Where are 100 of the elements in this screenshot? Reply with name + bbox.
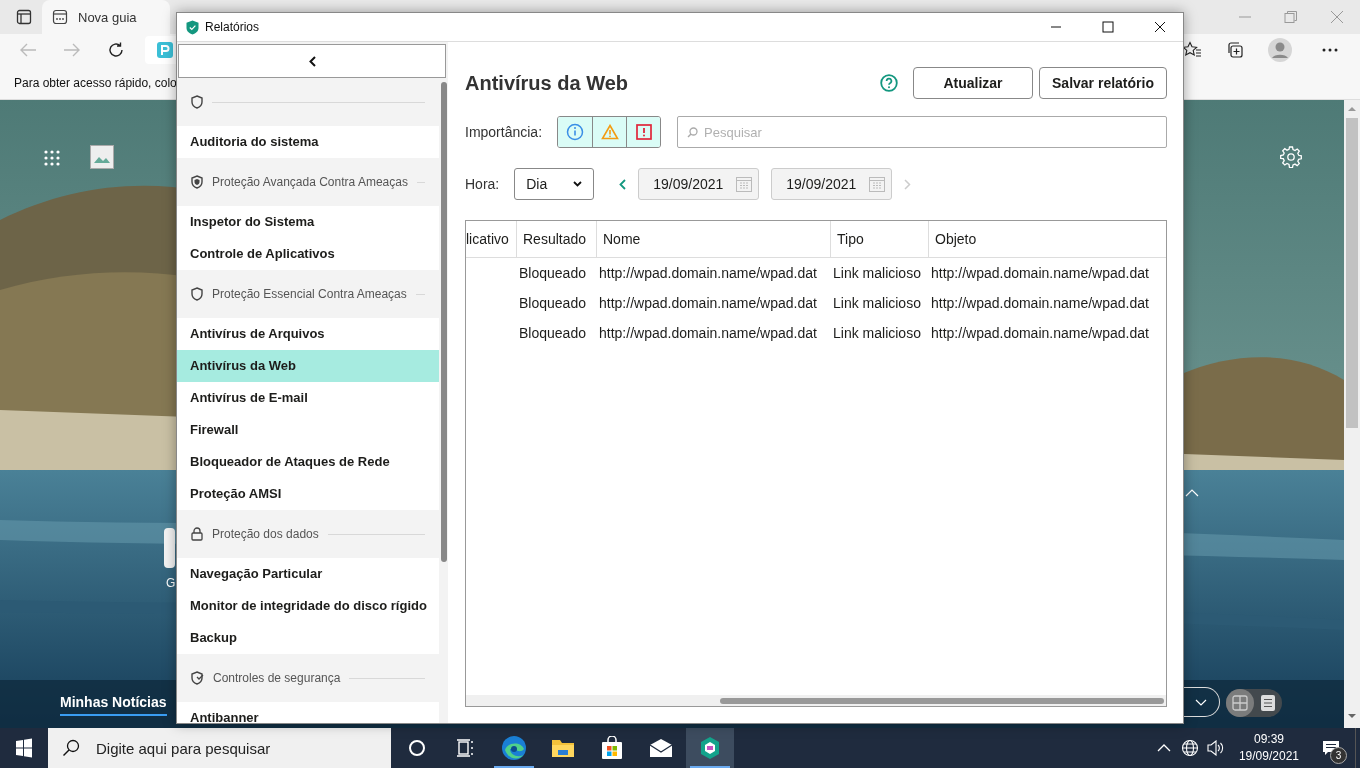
site-icon bbox=[157, 42, 173, 58]
table-cell: http://wpad.domain.name/wpad.dat bbox=[931, 295, 1149, 311]
column-header[interactable]: Tipo bbox=[830, 221, 928, 257]
start-date-field[interactable]: 19/09/2021 bbox=[638, 168, 760, 200]
profile-avatar-icon[interactable] bbox=[1268, 38, 1292, 62]
globe-icon[interactable] bbox=[1180, 739, 1199, 757]
shopping-bag-icon bbox=[600, 736, 624, 760]
broken-image-icon bbox=[90, 145, 114, 169]
shield-icon bbox=[191, 175, 203, 189]
news-tab[interactable]: Minhas Notícias bbox=[60, 694, 167, 716]
sidebar-item[interactable]: Antivírus de Arquivos bbox=[177, 318, 439, 350]
table-cell: Bloqueado bbox=[519, 325, 586, 341]
collapse-button[interactable] bbox=[178, 44, 446, 78]
column-header[interactable]: licativo bbox=[466, 221, 516, 257]
period-dropdown[interactable]: Dia bbox=[514, 168, 595, 200]
critical-filter-button[interactable] bbox=[626, 117, 661, 147]
favorites-hint: Para obter acesso rápido, colo bbox=[14, 75, 177, 90]
sidebar-item[interactable]: Antivírus da Web bbox=[177, 350, 439, 382]
apps-grid-icon[interactable] bbox=[44, 150, 60, 166]
shield-icon bbox=[191, 287, 203, 301]
site-tile[interactable] bbox=[164, 528, 175, 568]
edge-icon bbox=[501, 735, 527, 761]
time-label: Hora: bbox=[465, 176, 500, 192]
tile-label: G bbox=[166, 576, 176, 590]
address-bar[interactable] bbox=[145, 36, 176, 64]
info-icon bbox=[566, 123, 585, 141]
running-indicator bbox=[494, 766, 534, 768]
grid-view-button[interactable] bbox=[1226, 689, 1254, 717]
sidebar-item[interactable]: Antibanner bbox=[177, 702, 439, 723]
column-header[interactable]: Resultado bbox=[516, 221, 596, 257]
browser-tab[interactable]: Nova guia bbox=[42, 0, 170, 34]
taskbar-search-field[interactable]: Digite aqui para pesquisar bbox=[48, 728, 391, 768]
speaker-icon[interactable] bbox=[1206, 740, 1225, 756]
refresh-icon[interactable] bbox=[107, 41, 125, 59]
chevron-left-icon bbox=[308, 55, 316, 67]
list-icon bbox=[1261, 695, 1275, 711]
calendar-icon bbox=[869, 176, 886, 192]
sidebar-icon[interactable] bbox=[16, 9, 32, 25]
more-icon[interactable] bbox=[1322, 48, 1338, 52]
taskbar-app[interactable] bbox=[686, 728, 734, 768]
maximize-icon[interactable] bbox=[1102, 21, 1114, 33]
tab-icon bbox=[52, 9, 68, 25]
table-cell: Bloqueado bbox=[519, 265, 586, 281]
shield-app-icon bbox=[699, 736, 721, 760]
sidebar-item[interactable]: Auditoria do sistema bbox=[177, 126, 439, 158]
save-report-button[interactable]: Salvar relatório bbox=[1039, 67, 1167, 99]
table-cell: Link malicioso bbox=[833, 325, 921, 341]
close-icon[interactable] bbox=[1154, 21, 1166, 33]
info-filter-button[interactable] bbox=[558, 117, 593, 147]
scrollbar[interactable] bbox=[466, 695, 1166, 706]
sidebar-item[interactable]: Backup bbox=[177, 622, 439, 654]
scrollbar[interactable] bbox=[1344, 100, 1360, 728]
column-header[interactable]: Nome bbox=[596, 221, 830, 257]
table-cell: Link malicioso bbox=[833, 265, 921, 281]
help-icon[interactable] bbox=[880, 74, 898, 92]
shield-icon bbox=[191, 95, 203, 109]
shield-icon bbox=[186, 19, 199, 35]
sidebar-item[interactable]: Navegação Particular bbox=[177, 558, 439, 590]
favorites-icon[interactable] bbox=[1182, 41, 1202, 59]
exclamation-icon bbox=[635, 124, 652, 140]
table-cell: http://wpad.domain.name/wpad.dat bbox=[599, 265, 817, 281]
page-title: Antivírus da Web bbox=[465, 71, 628, 95]
table-cell: http://wpad.domain.name/wpad.dat bbox=[931, 325, 1149, 341]
refresh-button[interactable]: Atualizar bbox=[913, 67, 1033, 99]
column-header[interactable]: Objeto bbox=[928, 221, 1166, 257]
notification-count: 3 bbox=[1330, 747, 1347, 764]
importance-label: Importância: bbox=[465, 124, 543, 140]
folder-icon bbox=[551, 737, 575, 759]
calendar-icon bbox=[736, 176, 753, 192]
table-cell: Bloqueado bbox=[519, 295, 586, 311]
clock[interactable]: 09:39 19/09/2021 bbox=[1238, 731, 1299, 765]
table-cell: http://wpad.domain.name/wpad.dat bbox=[599, 325, 817, 341]
window-title: Relatórios bbox=[205, 20, 260, 34]
sidebar-item[interactable]: Controle de Aplicativos bbox=[177, 238, 439, 270]
envelope-icon bbox=[649, 739, 673, 757]
table-cell: Link malicioso bbox=[833, 295, 921, 311]
search-field[interactable]: Pesquisar bbox=[677, 116, 1167, 148]
running-indicator bbox=[690, 766, 730, 768]
chevron-down-icon bbox=[1195, 698, 1207, 706]
end-date-field[interactable]: 19/09/2021 bbox=[771, 168, 893, 200]
previous-icon[interactable] bbox=[619, 178, 627, 190]
settings-icon[interactable] bbox=[1280, 146, 1302, 168]
shield-check-icon bbox=[191, 671, 204, 685]
notifications-button[interactable]: 3 bbox=[1311, 728, 1351, 768]
sidebar-item[interactable]: Antivírus de E-mail bbox=[177, 382, 439, 414]
search-icon bbox=[687, 127, 699, 138]
sidebar-item[interactable]: Firewall bbox=[177, 414, 439, 446]
sidebar-item[interactable]: Monitor de integridade do disco rígido bbox=[177, 590, 439, 622]
table-cell: http://wpad.domain.name/wpad.dat bbox=[931, 265, 1149, 281]
grid-icon bbox=[1232, 695, 1248, 711]
warning-filter-button[interactable] bbox=[592, 117, 627, 147]
warning-icon bbox=[600, 124, 619, 140]
search-icon bbox=[62, 739, 80, 757]
caret-icon bbox=[573, 181, 583, 187]
chevron-up-icon[interactable] bbox=[1156, 744, 1171, 752]
collections-icon[interactable] bbox=[1226, 41, 1244, 59]
sidebar-item[interactable]: Proteção AMSI bbox=[177, 478, 439, 510]
sidebar-item[interactable]: Bloqueador de Ataques de Rede bbox=[177, 446, 439, 478]
sidebar-item[interactable]: Inspetor do Sistema bbox=[177, 206, 439, 238]
lock-icon bbox=[191, 527, 203, 541]
